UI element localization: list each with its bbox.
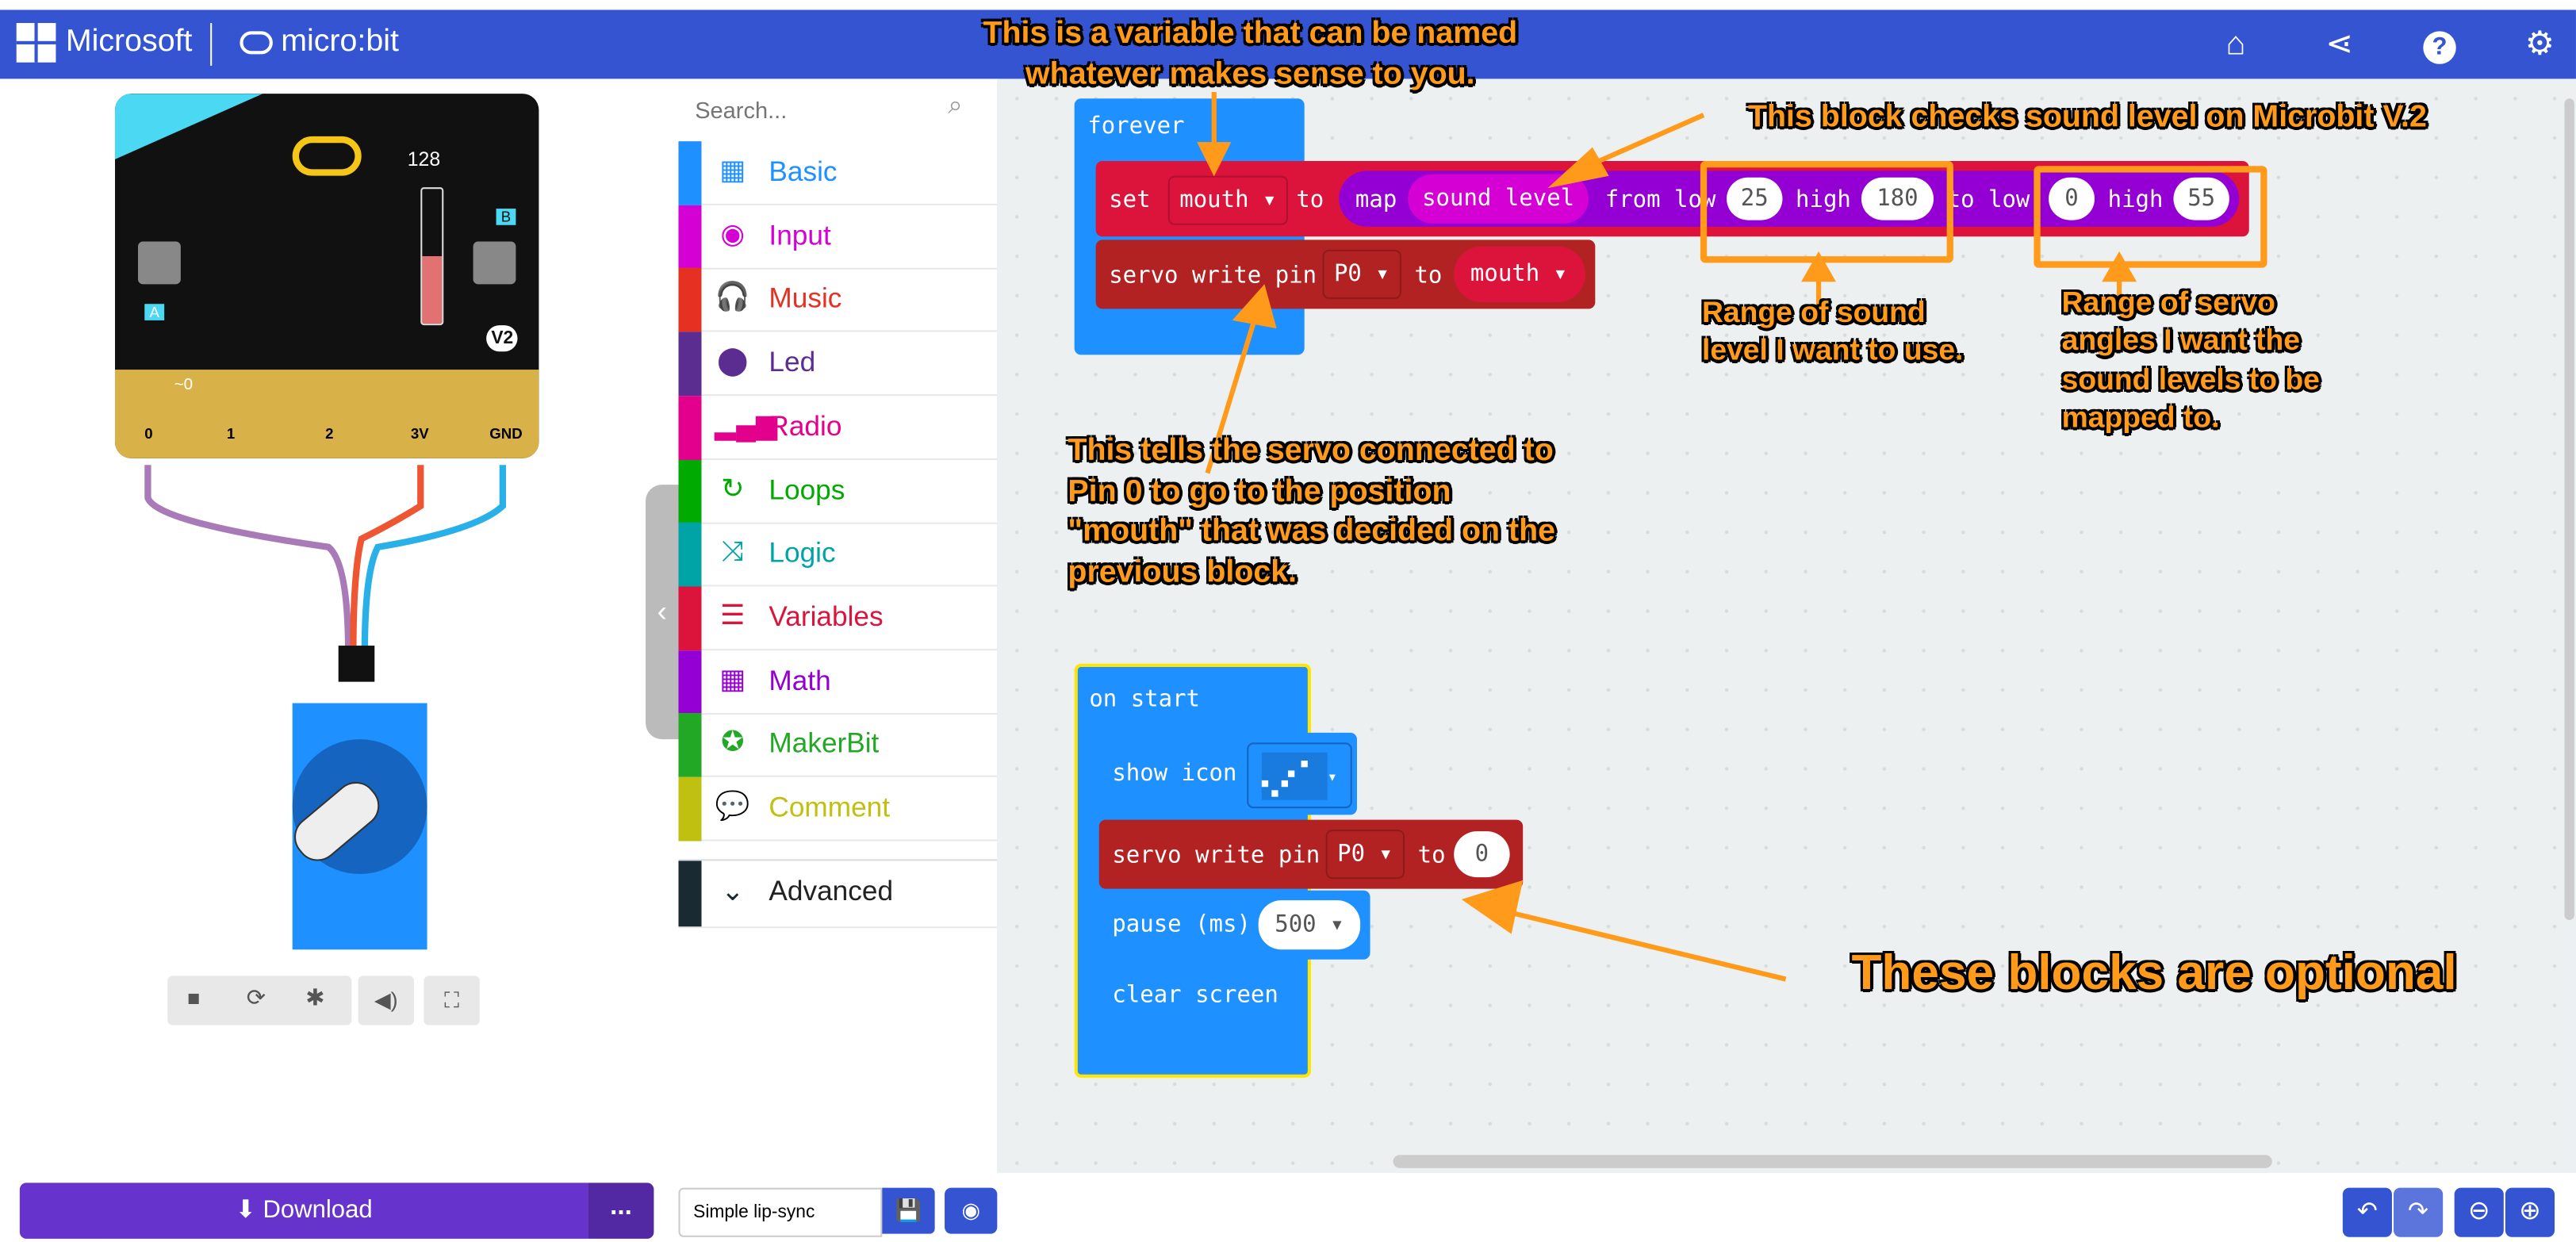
category-color-bar [678,332,702,397]
category-color-bar [678,395,702,460]
category-label: Loops [769,473,845,505]
toolbox-category-music[interactable]: 🎧 Music [678,268,998,333]
download-icon: ⬇ [235,1195,256,1225]
toolbox-category-basic[interactable]: ▦ Basic [678,141,998,205]
headphones-icon: 🎧 [715,282,750,313]
toolbox-category-comment[interactable]: 💬 Comment [678,776,998,841]
zoom-in-icon[interactable]: ⊕ [2505,1187,2555,1237]
category-label: Led [769,347,816,378]
shuffle-icon: ⤨ [721,535,744,568]
annotation-servo: This tells the servo connected to Pin 0 … [1068,433,1556,590]
toolbox-category-loops[interactable]: ↻ Loops [678,458,998,523]
grid-icon: ▦ [719,154,746,186]
chevron-down-icon: ⌄ [721,876,745,907]
microsoft-brand[interactable]: Microsoft [66,25,193,61]
category-label: Music [769,283,842,315]
refresh-icon: ↻ [721,472,745,504]
toolbox-category-radio[interactable]: ▂▄▆ Radio [678,395,998,460]
category-label: Math [769,665,831,696]
toolbox-category-logic[interactable]: ⤨ Logic [678,523,998,587]
star-icon: ✪ [721,726,745,758]
toolbox-category-led[interactable]: ⬤ Led [678,332,998,397]
list-icon: ☰ [720,599,746,631]
annotation-sound-range: Range of sound level I want to use. [1701,295,1964,367]
target-icon: ◉ [720,217,746,250]
annotation-sound-level: This block checks sound level on Microbi… [1747,100,2427,135]
home-icon[interactable]: ⌂ [2214,23,2257,66]
toolbox-category-variables[interactable]: ☰ Variables [678,586,998,651]
simulator-panel: 128 A B V2 ~0 0 1 2 3V GND ■ ⟳ ✱ ◀) ⛶ ‹ [0,79,679,1173]
annotation-servo-range: Range of servo angles I want the sound l… [2061,286,2320,435]
category-label: Radio [769,410,842,442]
category-color-bar [678,650,702,715]
category-color-bar [678,268,702,333]
annotation-variable: This is a variable that can be named wha… [983,16,1518,92]
save-icon[interactable]: 💾 [882,1187,935,1234]
search-input[interactable] [692,88,945,132]
category-label: Input [769,219,831,251]
signal-icon: ▂▄▆ [715,408,778,440]
toolbox-category-math[interactable]: ▦ Math [678,650,998,715]
horizontal-scrollbar[interactable] [1393,1155,2272,1168]
toggle-icon: ⬤ [717,345,749,377]
sim-controls: ■ ⟳ ✱ [167,976,352,1025]
servo-motor[interactable] [285,703,427,950]
category-color-bar [678,523,702,587]
calculator-icon: ▦ [719,663,746,695]
category-color-bar [678,141,702,205]
comment-icon: 💬 [715,790,750,822]
download-button[interactable]: ⬇ Download [19,1183,588,1239]
mute-icon[interactable]: ◀) [358,976,414,1025]
microbit-logo-icon [240,31,273,55]
search-icon[interactable]: ⌕ [948,92,963,121]
category-label: Basic [769,155,838,188]
gear-icon[interactable]: ⚙ [2518,23,2561,66]
download-label: Download [263,1195,373,1225]
category-color-bar [678,713,702,778]
restart-icon[interactable]: ⟳ [247,984,266,1012]
fullscreen-icon[interactable]: ⛶ [424,976,480,1025]
toolbox-category-input[interactable]: ◉ Input [678,205,998,270]
blocks-workspace[interactable]: forever set mouth ▾ to map sound level f… [997,79,2576,1173]
github-icon[interactable]: ◉ [945,1187,998,1234]
category-color-bar [678,205,702,270]
category-label: Logic [769,537,836,569]
vertical-scrollbar[interactable] [2564,98,2574,920]
category-label: Variables [769,600,884,633]
microsoft-logo-icon [16,22,56,63]
zoom-out-icon[interactable]: ⊖ [2454,1187,2504,1237]
more-button[interactable]: ... [588,1183,654,1239]
toolbox-advanced[interactable]: ⌄ Advanced [678,859,998,929]
divider [210,22,213,66]
stop-icon[interactable]: ■ [187,986,200,1010]
advanced-label: Advanced [769,876,894,907]
toolbox: ⌕ ▦ Basic ◉ Input 🎧 Music ⬤ Led ▂▄▆Radio ↻ Loops ⤨ L… [678,79,999,1173]
annotation-arrows [1197,91,2137,982]
category-label: MakerBit [769,728,880,760]
category-color-bar [678,458,702,523]
microbit-product[interactable]: micro:bit [281,25,399,61]
project-name-input[interactable] [678,1187,883,1237]
debug-icon[interactable]: ✱ [305,984,324,1012]
undo-icon[interactable]: ↶ [2342,1187,2392,1237]
bottom-bar: ⬇ Download ... 💾 ◉ ↶ ↷ ⊖ ⊕ [0,1172,2576,1242]
category-label: Comment [769,792,891,823]
help-icon[interactable]: ? [2418,23,2461,66]
toolbox-category-makerbit[interactable]: ✪ MakerBit [678,713,998,778]
annotation-optional: These blocks are optional [1851,946,2457,1001]
category-color-bar [678,776,702,841]
category-color-bar [678,586,702,651]
collapse-simulator-button[interactable]: ‹ [646,485,679,740]
share-icon[interactable]: ⋖ [2318,23,2361,66]
redo-icon[interactable]: ↷ [2394,1187,2444,1237]
